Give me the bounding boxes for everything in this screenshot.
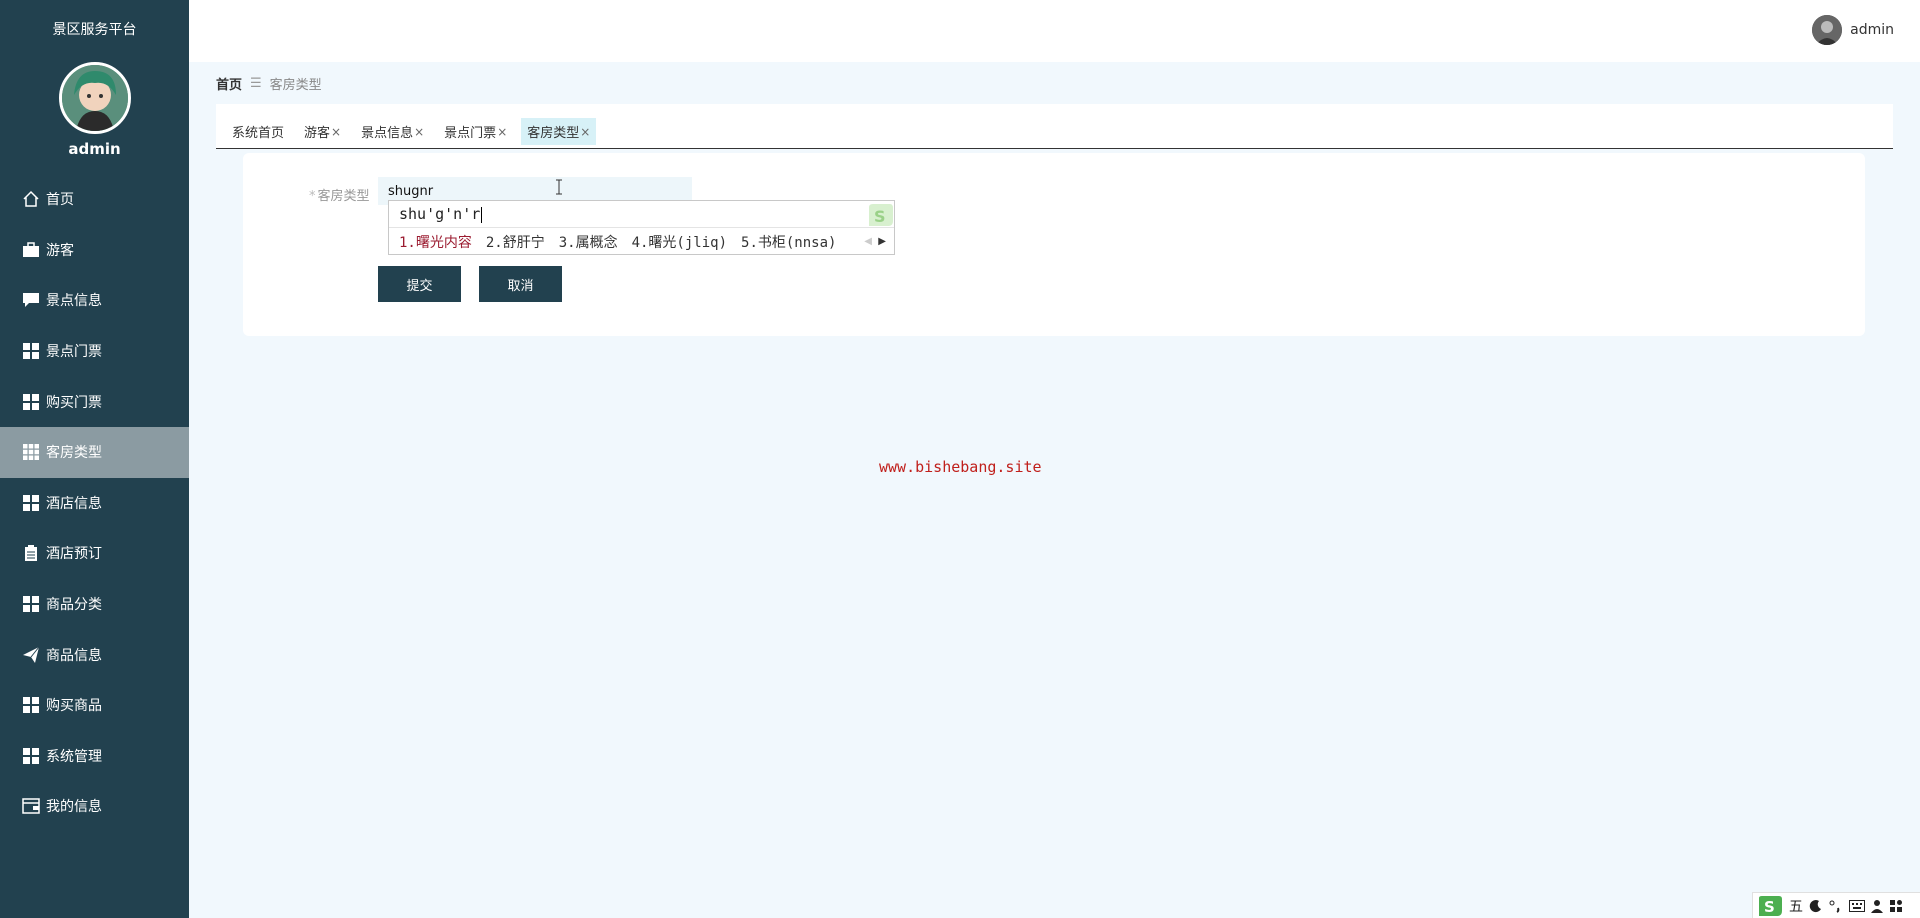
comment-icon xyxy=(22,291,40,309)
breadcrumb: 首页 ☰ 客房类型 xyxy=(216,74,322,93)
tab-room-types[interactable]: 客房类型 × xyxy=(521,118,597,145)
app-title: 景区服务平台 xyxy=(52,22,137,38)
grid-icon xyxy=(22,494,40,512)
tab-label: 客房类型 xyxy=(527,126,580,141)
sidebar-item-label: 我的信息 xyxy=(46,799,102,816)
room-type-label-text: 客房类型 xyxy=(317,189,370,204)
sidebar-item-product-categories[interactable]: 商品分类 xyxy=(0,579,189,630)
sidebar-item-label: 景点信息 xyxy=(46,293,102,310)
ime-next-page-icon[interactable]: ▶ xyxy=(878,236,886,247)
sidebar-item-label: 酒店信息 xyxy=(46,495,102,512)
sidebar-item-label: 客房类型 xyxy=(46,445,102,462)
required-mark: * xyxy=(309,189,316,204)
room-type-label: * 客房类型 xyxy=(309,185,370,204)
close-icon[interactable]: × xyxy=(331,125,341,139)
sidebar: 景区服务平台 admin 首页 游客 景点信息 景点门票 购买门票 客房类型 酒… xyxy=(0,0,189,918)
tab-home[interactable]: 系统首页 xyxy=(226,118,290,145)
home-icon xyxy=(22,190,40,208)
text-cursor-icon xyxy=(554,179,564,195)
svg-text:S: S xyxy=(1764,898,1775,916)
tab-label: 景点信息 xyxy=(361,126,414,141)
ime-candidate[interactable]: 1.曙光内容 xyxy=(399,232,472,252)
keyboard-icon[interactable] xyxy=(1849,899,1865,912)
sidebar-item-my-info[interactable]: 我的信息 xyxy=(0,781,189,832)
grid-icon xyxy=(22,342,40,360)
top-header: admin xyxy=(189,0,1920,62)
header-avatar[interactable] xyxy=(1812,15,1843,45)
sidebar-item-label: 景点门票 xyxy=(46,344,102,361)
clipboard-icon xyxy=(22,544,40,562)
sidebar-menu: 首页 游客 景点信息 景点门票 购买门票 客房类型 酒店信息 酒店预订 商品分类… xyxy=(0,174,189,832)
sidebar-item-buy-tickets[interactable]: 购买门票 xyxy=(0,376,189,427)
breadcrumb-home[interactable]: 首页 xyxy=(216,74,242,93)
sogou-logo-icon[interactable]: S xyxy=(1757,895,1783,917)
sidebar-username: admin xyxy=(68,140,121,158)
ime-candidate[interactable]: 4.曙光(jliq) xyxy=(632,232,727,252)
sidebar-item-label: 商品分类 xyxy=(46,597,102,614)
sidebar-item-label: 购买商品 xyxy=(46,698,102,715)
sidebar-profile: admin xyxy=(0,62,189,158)
header-username: admin xyxy=(1850,22,1894,38)
tab-label: 景点门票 xyxy=(444,126,497,141)
sidebar-item-system[interactable]: 系统管理 xyxy=(0,731,189,782)
grid-icon xyxy=(22,443,40,461)
sidebar-item-attractions[interactable]: 景点信息 xyxy=(0,275,189,326)
ime-candidate[interactable]: 5.书柜(nnsa) xyxy=(741,232,836,252)
sidebar-item-label: 酒店预订 xyxy=(46,546,102,563)
tab-tickets[interactable]: 景点门票 × xyxy=(438,118,513,145)
paper-plane-icon xyxy=(22,646,40,664)
close-icon[interactable]: × xyxy=(497,125,507,139)
ime-status-bar: S 五 xyxy=(1752,892,1920,918)
sidebar-item-label: 首页 xyxy=(46,192,74,209)
apps-grid-icon[interactable] xyxy=(1889,899,1903,913)
submit-button[interactable]: 提交 xyxy=(378,266,461,302)
sidebar-item-room-types[interactable]: 客房类型 xyxy=(0,426,189,478)
cancel-button[interactable]: 取消 xyxy=(479,266,562,302)
sidebar-item-buy-products[interactable]: 购买商品 xyxy=(0,680,189,731)
header-user-menu[interactable]: admin xyxy=(1812,15,1894,45)
ime-mode[interactable]: 五 xyxy=(1789,896,1803,916)
tab-label: 系统首页 xyxy=(232,126,285,141)
ime-pinyin: shu'g'n'r xyxy=(399,205,481,223)
ime-candidate[interactable]: 2.舒肝宁 xyxy=(486,232,545,252)
svg-text:S: S xyxy=(874,207,886,226)
punctuation-icon[interactable] xyxy=(1829,899,1843,913)
close-icon[interactable]: × xyxy=(580,125,590,139)
sidebar-item-visitors[interactable]: 游客 xyxy=(0,225,189,276)
tab-label: 游客 xyxy=(304,126,331,141)
watermark: www.bishebang.site xyxy=(879,458,1042,476)
ime-candidate-popup: shu'g'n'r S 1.曙光内容 2.舒肝宁 3.属概念 4.曙光(jliq… xyxy=(388,200,895,255)
ime-prev-page-icon[interactable]: ◀ xyxy=(864,236,872,247)
user-icon[interactable] xyxy=(1871,899,1883,913)
ime-candidate-list: 1.曙光内容 2.舒肝宁 3.属概念 4.曙光(jliq) 5.书柜(nnsa) xyxy=(399,232,850,252)
briefcase-icon xyxy=(22,241,40,259)
sidebar-item-label: 购买门票 xyxy=(46,394,102,411)
grid-icon xyxy=(22,747,40,765)
ime-divider xyxy=(389,227,894,228)
sidebar-item-label: 系统管理 xyxy=(46,748,102,765)
sogou-logo-icon: S xyxy=(866,203,894,229)
close-icon[interactable]: × xyxy=(414,125,424,139)
tab-attractions[interactable]: 景点信息 × xyxy=(355,118,430,145)
breadcrumb-separator-icon: ☰ xyxy=(250,76,262,91)
wallet-icon xyxy=(22,797,40,815)
tab-bar: 系统首页 游客 × 景点信息 × 景点门票 × 客房类型 × xyxy=(216,104,1893,149)
sidebar-item-hotel-booking[interactable]: 酒店预订 xyxy=(0,528,189,579)
tab-visitors[interactable]: 游客 × xyxy=(298,118,347,145)
grid-icon xyxy=(22,595,40,613)
sidebar-item-label: 游客 xyxy=(46,242,74,259)
grid-icon xyxy=(22,696,40,714)
ime-candidate[interactable]: 3.属概念 xyxy=(559,232,618,252)
grid-icon xyxy=(22,393,40,411)
sidebar-item-hotels[interactable]: 酒店信息 xyxy=(0,478,189,529)
sidebar-item-tickets[interactable]: 景点门票 xyxy=(0,326,189,377)
moon-icon[interactable] xyxy=(1809,899,1823,913)
sidebar-item-products[interactable]: 商品信息 xyxy=(0,629,189,680)
avatar[interactable] xyxy=(58,62,131,134)
sidebar-item-home[interactable]: 首页 xyxy=(0,174,189,225)
breadcrumb-current: 客房类型 xyxy=(269,78,322,93)
sidebar-item-label: 商品信息 xyxy=(46,647,102,664)
